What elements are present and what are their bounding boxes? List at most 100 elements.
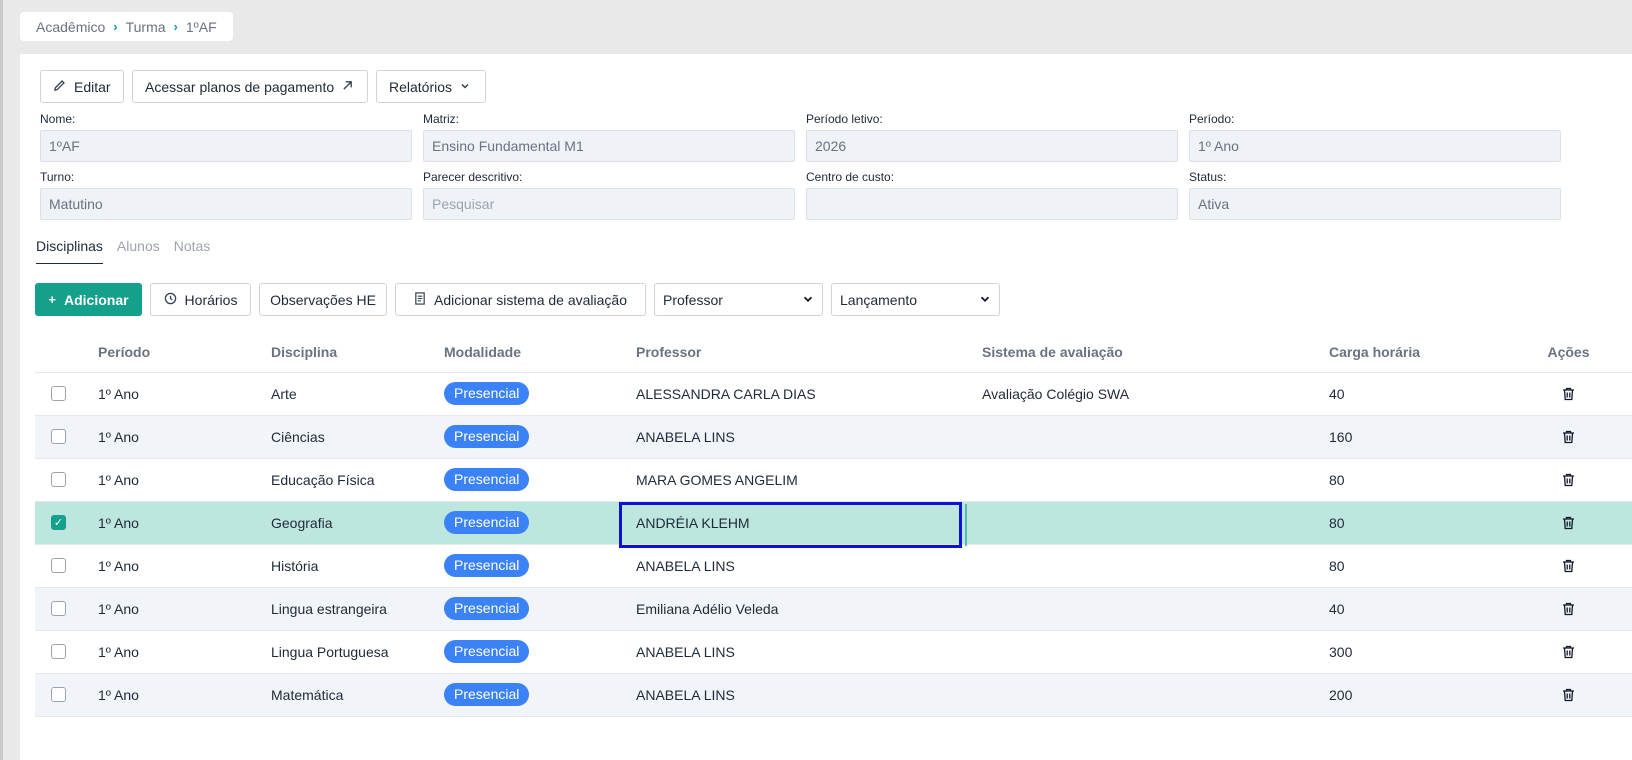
table-row[interactable]: 1º Ano Matemática Presencial ANABELA LINS 20… bbox=[35, 673, 1632, 717]
tab-disciplinas[interactable]: Disciplinas bbox=[36, 238, 103, 264]
launch-select[interactable]: Lançamento bbox=[831, 283, 1000, 316]
edit-button[interactable]: Editar bbox=[40, 70, 124, 103]
row-select-cell bbox=[35, 630, 98, 674]
cell-carga: 160 bbox=[1329, 415, 1505, 459]
payment-plans-button[interactable]: Acessar planos de pagamento bbox=[132, 70, 368, 103]
add-subject-button[interactable]: + Adicionar bbox=[35, 283, 142, 316]
periodo-label: Período: bbox=[1189, 112, 1235, 126]
row-checkbox[interactable] bbox=[51, 472, 66, 487]
row-select-cell bbox=[35, 372, 98, 416]
periodo-input[interactable]: 1º Ano bbox=[1189, 130, 1561, 162]
add-evaluation-system-button[interactable]: Adicionar sistema de avaliação bbox=[395, 283, 646, 316]
cell-modalidade: Presencial bbox=[444, 544, 636, 588]
table-row[interactable]: 1º Ano Ciências Presencial ANABELA LINS 160 bbox=[35, 415, 1632, 459]
cell-sistema bbox=[982, 587, 1329, 631]
tab-alunos[interactable]: Alunos bbox=[117, 238, 160, 264]
cell-disciplina: Geografia bbox=[271, 501, 444, 545]
cell-professor[interactable]: ANABELA LINS bbox=[636, 630, 982, 674]
cell-modalidade: Presencial bbox=[444, 415, 636, 459]
pencil-icon bbox=[53, 79, 66, 95]
subjects-table: Período Disciplina Modalidade Professor … bbox=[35, 332, 1632, 717]
cell-acoes bbox=[1505, 372, 1632, 416]
breadcrumb-turma[interactable]: Turma bbox=[126, 19, 166, 35]
add-evaluation-label: Adicionar sistema de avaliação bbox=[434, 291, 627, 308]
trash-icon[interactable] bbox=[1505, 473, 1632, 487]
table-row[interactable]: ✓ 1º Ano Geografia Presencial ANDRÉIA KLEHM 8… bbox=[35, 501, 1632, 545]
row-checkbox[interactable] bbox=[51, 601, 66, 616]
cell-periodo: 1º Ano bbox=[98, 501, 271, 545]
cell-professor[interactable]: ANDRÉIA KLEHM bbox=[636, 501, 982, 545]
cell-professor[interactable]: ANABELA LINS bbox=[636, 673, 982, 717]
table-row[interactable]: 1º Ano História Presencial ANABELA LINS 80 bbox=[35, 544, 1632, 588]
cell-professor[interactable]: MARA GOMES ANGELIM bbox=[636, 458, 982, 502]
periodo-letivo-input[interactable]: 2026 bbox=[806, 130, 1178, 162]
centro-custo-input[interactable] bbox=[806, 188, 1178, 220]
table-row[interactable]: 1º Ano Lingua Portuguesa Presencial ANABELA… bbox=[35, 630, 1632, 674]
subjects-toolbar: + Adicionar Horários Observações HE Adic… bbox=[35, 283, 1000, 316]
launch-select-value: Lançamento bbox=[840, 291, 918, 308]
notes-he-button[interactable]: Observações HE bbox=[259, 283, 387, 316]
trash-icon[interactable] bbox=[1505, 602, 1632, 616]
row-checkbox[interactable] bbox=[51, 429, 66, 444]
cell-sistema bbox=[982, 458, 1329, 502]
centro-custo-label: Centro de custo: bbox=[806, 170, 895, 184]
cell-modalidade: Presencial bbox=[444, 372, 636, 416]
field-centro-custo: Centro de custo: bbox=[806, 170, 1178, 220]
professor-select[interactable]: Professor bbox=[654, 283, 823, 316]
cell-professor[interactable]: ANABELA LINS bbox=[636, 415, 982, 459]
matriz-input[interactable]: Ensino Fundamental M1 bbox=[423, 130, 795, 162]
cell-carga: 300 bbox=[1329, 630, 1505, 674]
modalidade-badge: Presencial bbox=[444, 683, 530, 706]
cell-acoes bbox=[1505, 673, 1632, 717]
turno-input[interactable]: Matutino bbox=[40, 188, 412, 220]
cell-sistema: Avaliação Colégio SWA bbox=[982, 372, 1329, 416]
plus-icon: + bbox=[48, 292, 56, 307]
cell-periodo: 1º Ano bbox=[98, 458, 271, 502]
trash-icon[interactable] bbox=[1505, 430, 1632, 444]
cell-disciplina: História bbox=[271, 544, 444, 588]
trash-icon[interactable] bbox=[1505, 645, 1632, 659]
row-checkbox[interactable] bbox=[51, 558, 66, 573]
reports-label: Relatórios bbox=[389, 78, 453, 95]
cell-professor[interactable]: Emiliana Adélio Veleda bbox=[636, 587, 982, 631]
table-row[interactable]: 1º Ano Educação Física Presencial MARA GOME… bbox=[35, 458, 1632, 502]
table-row[interactable]: 1º Ano Arte Presencial ALESSANDRA CARLA DIA… bbox=[35, 372, 1632, 416]
notes-he-label: Observações HE bbox=[270, 291, 376, 308]
table-row[interactable]: 1º Ano Lingua estrangeira Presencial Emilia… bbox=[35, 587, 1632, 631]
tab-notas[interactable]: Notas bbox=[174, 238, 211, 264]
schedule-label: Horários bbox=[184, 291, 238, 308]
row-checkbox[interactable] bbox=[51, 386, 66, 401]
status-input[interactable]: Ativa bbox=[1189, 188, 1561, 220]
breadcrumb: Acadêmico › Turma › 1ºAF bbox=[20, 12, 233, 41]
reports-button[interactable]: Relatórios bbox=[376, 70, 486, 103]
cell-periodo: 1º Ano bbox=[98, 415, 271, 459]
row-select-cell bbox=[35, 458, 98, 502]
header-carga: Carga horária bbox=[1329, 332, 1505, 373]
modalidade-badge: Presencial bbox=[444, 511, 530, 534]
parecer-label: Parecer descritivo: bbox=[423, 170, 523, 184]
row-checkbox[interactable]: ✓ bbox=[51, 515, 66, 530]
cell-professor[interactable]: ALESSANDRA CARLA DIAS bbox=[636, 372, 982, 416]
breadcrumb-academico[interactable]: Acadêmico bbox=[36, 19, 105, 35]
cell-carga: 80 bbox=[1329, 501, 1505, 545]
schedule-button[interactable]: Horários bbox=[150, 283, 251, 316]
row-checkbox[interactable] bbox=[51, 644, 66, 659]
professor-select-value: Professor bbox=[663, 291, 723, 308]
modalidade-badge: Presencial bbox=[444, 425, 530, 448]
header-periodo: Período bbox=[98, 332, 271, 373]
trash-icon[interactable] bbox=[1505, 387, 1632, 401]
parecer-search-input[interactable]: Pesquisar bbox=[423, 188, 795, 220]
field-parecer: Parecer descritivo: Pesquisar bbox=[423, 170, 795, 220]
trash-icon[interactable] bbox=[1505, 516, 1632, 530]
nome-input[interactable]: 1ºAF bbox=[40, 130, 412, 162]
trash-icon[interactable] bbox=[1505, 688, 1632, 702]
cell-modalidade: Presencial bbox=[444, 587, 636, 631]
table-header-row: Período Disciplina Modalidade Professor … bbox=[35, 332, 1632, 373]
row-checkbox[interactable] bbox=[51, 687, 66, 702]
trash-icon[interactable] bbox=[1505, 559, 1632, 573]
cell-modalidade: Presencial bbox=[444, 501, 636, 545]
cell-professor[interactable]: ANABELA LINS bbox=[636, 544, 982, 588]
add-subject-label: Adicionar bbox=[64, 291, 129, 308]
field-periodo-letivo: Período letivo: 2026 bbox=[806, 112, 1178, 162]
periodo-letivo-label: Período letivo: bbox=[806, 112, 883, 126]
